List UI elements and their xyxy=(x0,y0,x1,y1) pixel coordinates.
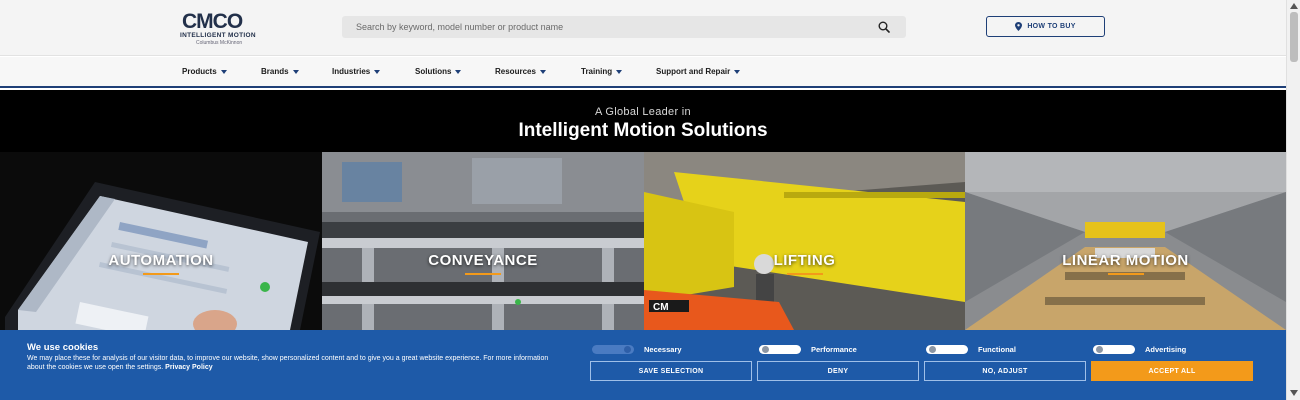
nav-label: Solutions xyxy=(415,67,452,76)
conveyance-image xyxy=(322,152,644,330)
toggle-knob xyxy=(762,346,769,353)
nav-item-products[interactable]: Products xyxy=(182,67,227,76)
nav-label: Brands xyxy=(261,67,289,76)
caret-down-icon xyxy=(734,69,741,74)
automation-image xyxy=(0,152,322,330)
accept-all-button[interactable]: ACCEPT ALL xyxy=(1091,361,1253,381)
nav-label: Training xyxy=(581,67,613,76)
cmco-logo-mark: CMCO xyxy=(182,10,244,32)
no-adjust-button[interactable]: NO, ADJUST xyxy=(924,361,1086,381)
logo-company: Columbus McKinnon xyxy=(196,40,243,46)
deny-button[interactable]: DENY xyxy=(757,361,919,381)
solution-panel-conveyance[interactable]: CONVEYANCE xyxy=(322,152,644,330)
panel-underline xyxy=(786,273,823,275)
caret-down-icon xyxy=(374,69,381,74)
cookie-title: We use cookies xyxy=(27,342,99,353)
nav-item-industries[interactable]: Industries xyxy=(332,67,381,76)
toggle-knob xyxy=(624,346,631,353)
save-selection-button[interactable]: SAVE SELECTION xyxy=(590,361,752,381)
solution-panel-automation[interactable]: AUTOMATION xyxy=(0,152,322,330)
caret-down-icon xyxy=(292,69,299,74)
caret-down-icon xyxy=(539,69,546,74)
panel-underline xyxy=(465,273,501,275)
toggle-necessary[interactable] xyxy=(592,345,634,354)
toggle-label-necessary: Necessary xyxy=(644,345,682,354)
privacy-policy-link[interactable]: Privacy Policy xyxy=(165,364,212,371)
hero-title: Intelligent Motion Solutions xyxy=(518,120,768,141)
toggle-label-advertising: Advertising xyxy=(1145,345,1187,354)
panel-underline xyxy=(1107,273,1144,275)
search-icon[interactable] xyxy=(878,21,890,33)
nav-label: Industries xyxy=(332,67,371,76)
scrollbar-thumb[interactable] xyxy=(1290,12,1298,62)
location-pin-icon xyxy=(1015,22,1023,31)
how-to-buy-button[interactable]: HOW TO BUY xyxy=(986,16,1105,37)
caret-down-icon xyxy=(455,69,462,74)
nav-label: Resources xyxy=(495,67,536,76)
page-scrollbar[interactable] xyxy=(1286,0,1300,400)
logo-wordmark: CMCO xyxy=(182,10,243,32)
caret-down-icon xyxy=(220,69,227,74)
cookie-toggle-necessary: Necessary xyxy=(592,345,682,354)
toggle-label-functional: Functional xyxy=(978,345,1016,354)
nav-item-brands[interactable]: Brands xyxy=(261,67,299,76)
panel-label-conveyance: CONVEYANCE xyxy=(428,252,538,269)
hero-kicker: A Global Leader in xyxy=(595,106,691,118)
logo-tagline: INTELLIGENT MOTION xyxy=(180,32,256,39)
nav-label: Support and Repair xyxy=(656,67,731,76)
how-to-buy-label: HOW TO BUY xyxy=(1027,23,1076,30)
nav-label: Products xyxy=(182,67,217,76)
lifting-image: CM xyxy=(644,152,965,330)
panel-label-lifting: LIFTING xyxy=(773,252,836,269)
solution-panel-lifting[interactable]: CM LIFTING xyxy=(644,152,965,330)
cookie-banner: We use cookies We may place these for an… xyxy=(0,330,1286,400)
svg-text:CM: CM xyxy=(653,302,669,313)
cookie-text: We may place these for analysis of our v… xyxy=(27,355,549,371)
panel-label-linear-motion: LINEAR MOTION xyxy=(1062,252,1189,269)
toggle-label-performance: Performance xyxy=(811,345,857,354)
nav-item-training[interactable]: Training xyxy=(581,67,623,76)
cookie-toggle-advertising: Advertising xyxy=(1093,345,1186,354)
logo[interactable]: CMCO INTELLIGENT MOTION Columbus McKinno… xyxy=(180,10,270,46)
linear-motion-image xyxy=(965,152,1286,330)
scroll-down-arrow-icon[interactable] xyxy=(1290,390,1298,396)
top-header: CMCO INTELLIGENT MOTION Columbus McKinno… xyxy=(0,0,1286,56)
caret-down-icon xyxy=(616,69,623,74)
toggle-functional[interactable] xyxy=(926,345,968,354)
hero-section: A Global Leader in Intelligent Motion So… xyxy=(0,90,1286,330)
cookie-toggle-functional: Functional xyxy=(926,345,1016,354)
panel-label-automation: AUTOMATION xyxy=(108,252,214,269)
toggle-knob xyxy=(929,346,936,353)
panel-underline xyxy=(143,273,179,275)
search-bar xyxy=(342,16,906,38)
nav-item-solutions[interactable]: Solutions xyxy=(415,67,462,76)
search-input[interactable] xyxy=(342,16,872,38)
toggle-performance[interactable] xyxy=(759,345,801,354)
solution-panel-linear-motion[interactable]: LINEAR MOTION xyxy=(965,152,1286,330)
scroll-up-arrow-icon[interactable] xyxy=(1290,3,1298,9)
nav-item-support-and-repair[interactable]: Support and Repair xyxy=(656,67,741,76)
page: CMCO INTELLIGENT MOTION Columbus McKinno… xyxy=(0,0,1300,400)
toggle-advertising[interactable] xyxy=(1093,345,1135,354)
cookie-toggle-performance: Performance xyxy=(759,345,857,354)
main-nav: Products Brands Industries Solutions Res… xyxy=(0,57,1286,88)
nav-item-resources[interactable]: Resources xyxy=(495,67,546,76)
cookie-description: We may place these for analysis of our v… xyxy=(27,354,567,372)
toggle-knob xyxy=(1096,346,1103,353)
